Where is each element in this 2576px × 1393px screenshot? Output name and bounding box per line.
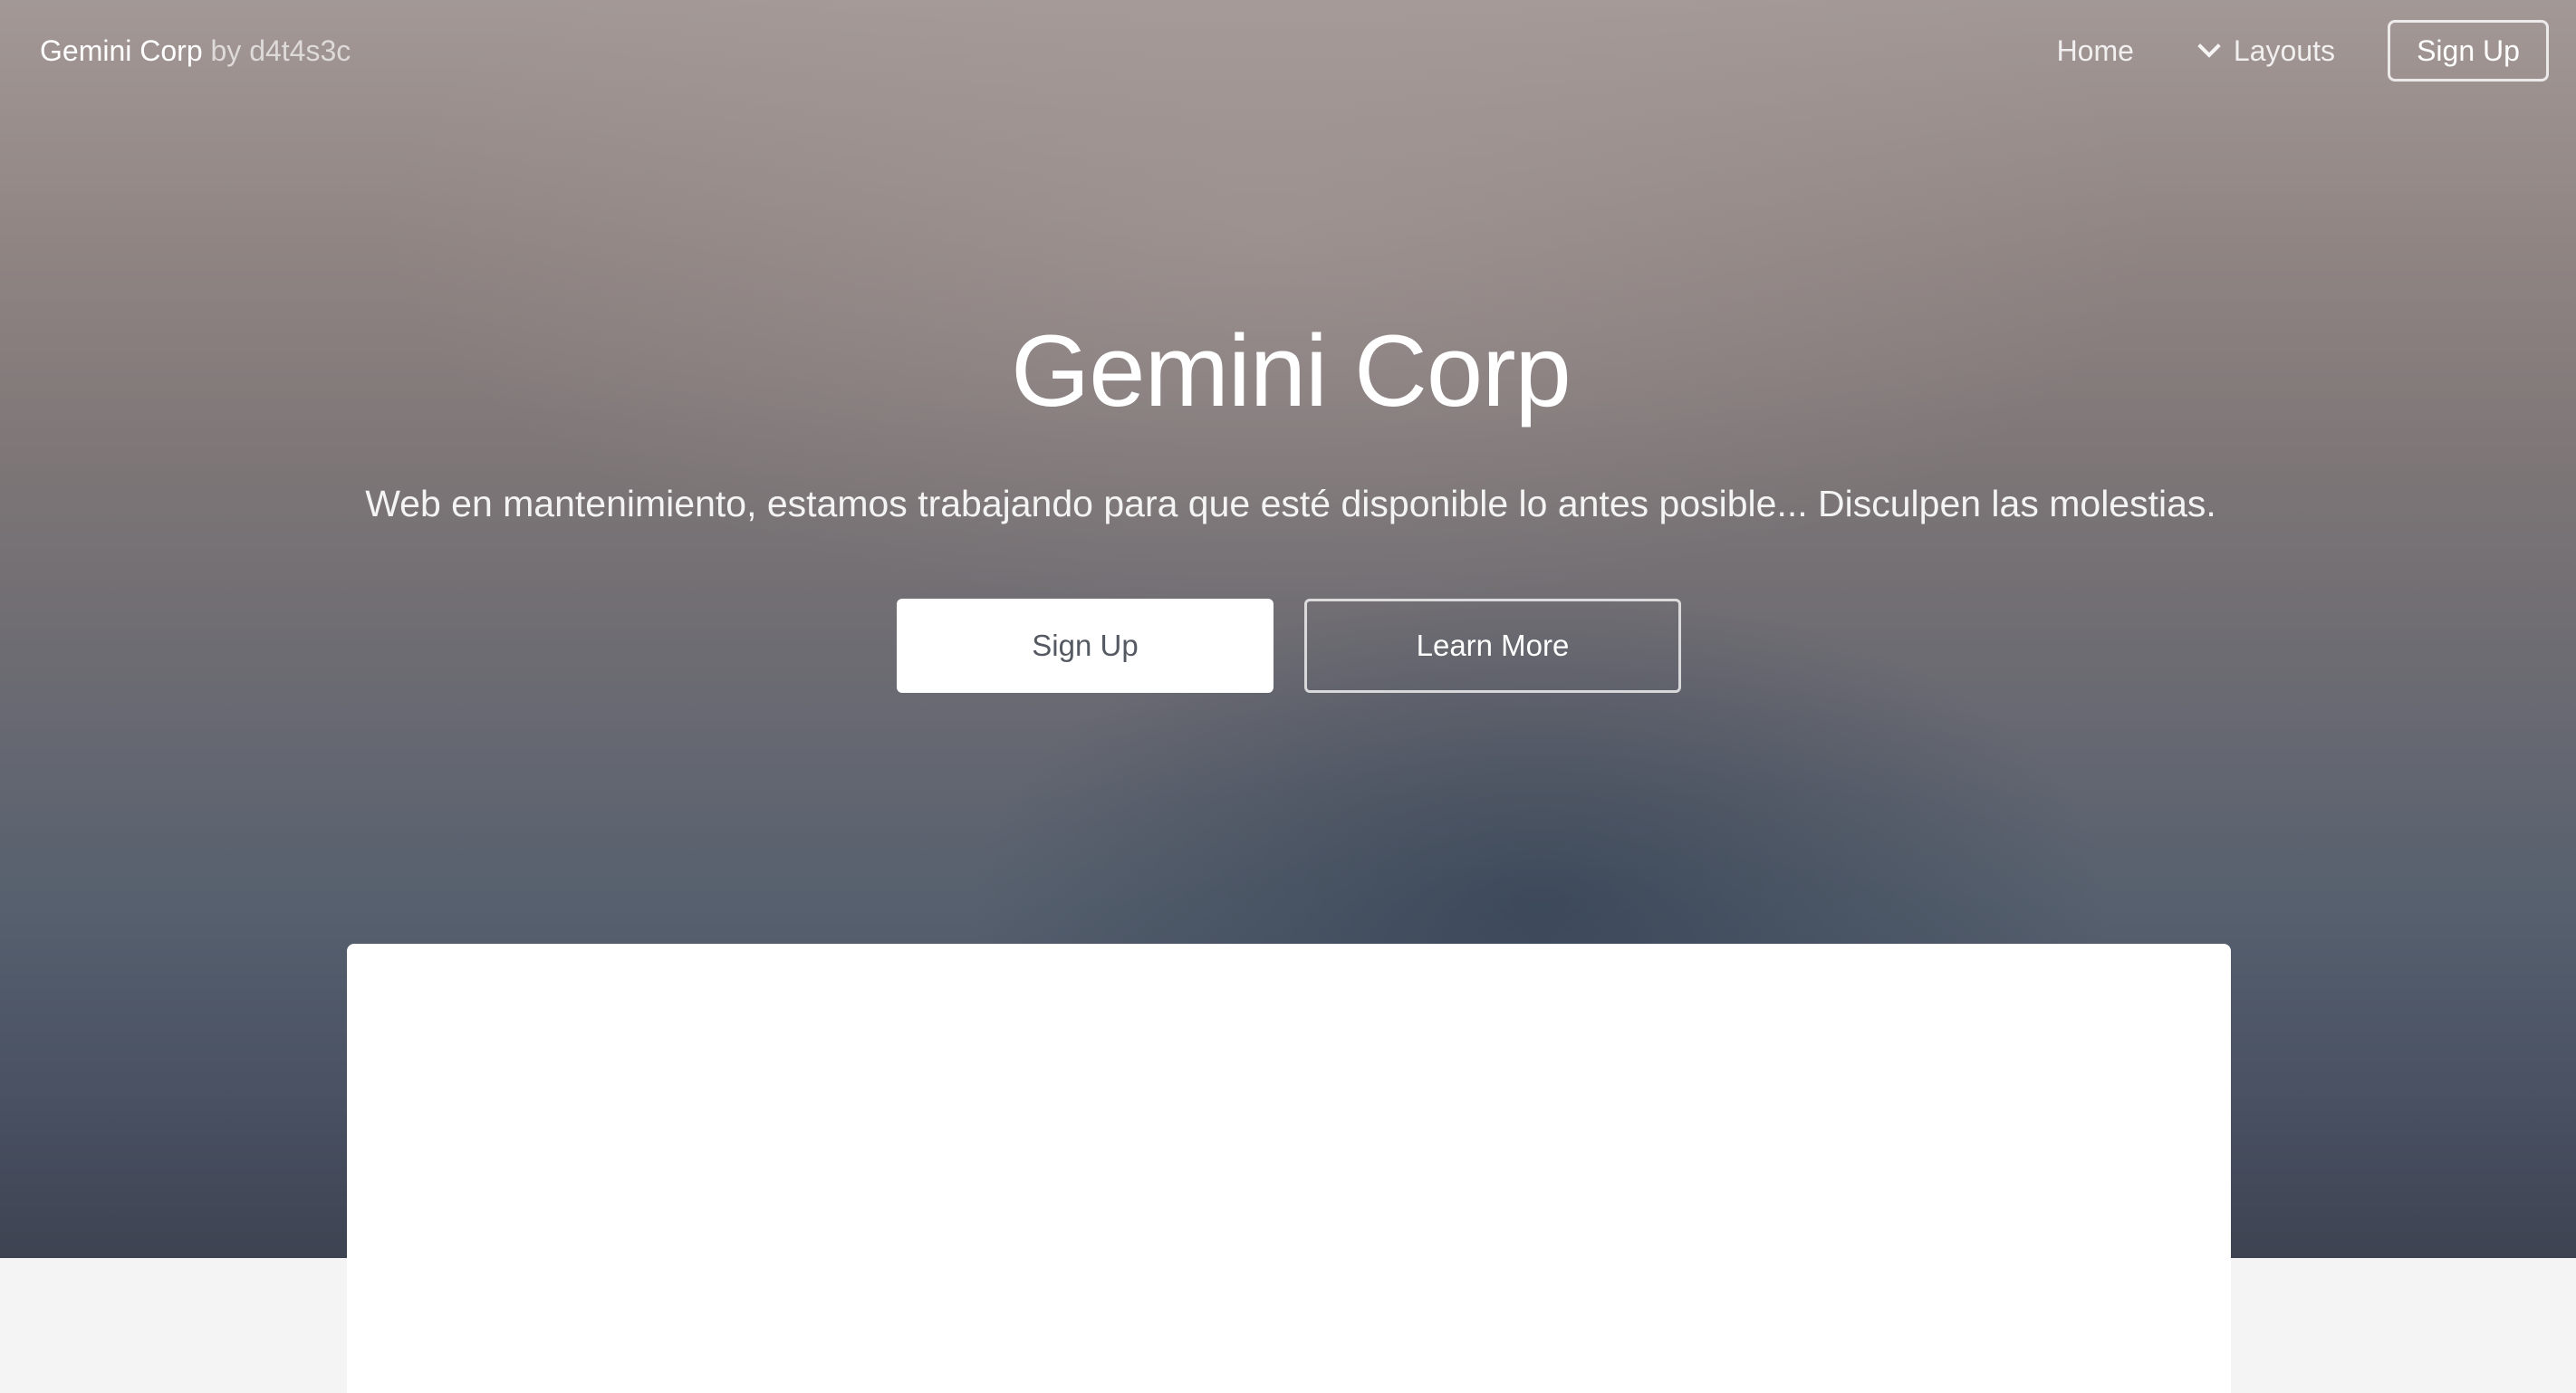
landing-page: Gemini Corp by d4t4s3c Home Layouts Sign… [0,0,2576,1393]
brand-name: Gemini Corp [40,34,203,67]
nav-layouts-label: Layouts [2233,34,2335,67]
nav-home-link[interactable]: Home [2057,34,2134,68]
content-panel [347,944,2231,1393]
brand-author: by d4t4s3c [210,34,351,67]
learn-more-button[interactable]: Learn More [1304,599,1681,693]
nav-signup-button[interactable]: Sign Up [2388,20,2549,82]
hero-title: Gemini Corp [1011,314,1572,428]
nav-layouts-dropdown[interactable]: Layouts [2197,34,2335,68]
signup-button[interactable]: Sign Up [897,599,1274,693]
brand-logo[interactable]: Gemini Corp by d4t4s3c [40,31,351,71]
hero-subtitle: Web en mantenimiento, estamos trabajando… [365,483,2216,524]
chevron-down-icon [2197,34,2221,58]
top-navigation: Home Layouts Sign Up [2057,20,2549,82]
